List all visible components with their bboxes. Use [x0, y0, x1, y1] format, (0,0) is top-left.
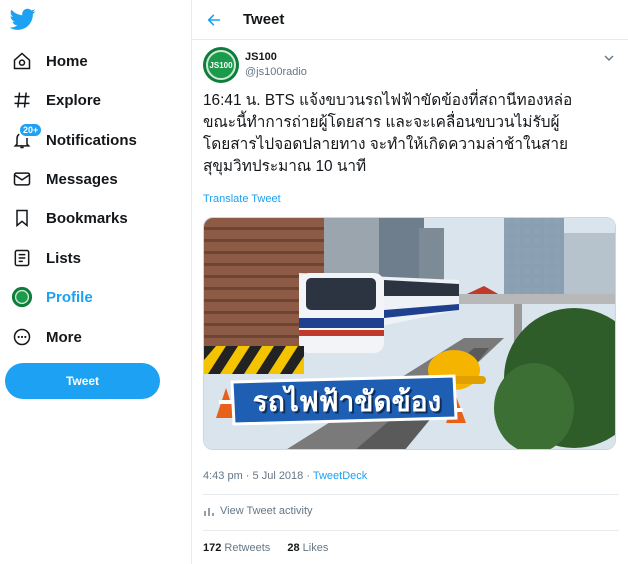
view-tweet-activity[interactable]: View Tweet activity [203, 505, 313, 517]
sidebar-item-label: Lists [46, 249, 82, 267]
sidebar-item-bookmarks[interactable]: Bookmarks [10, 202, 128, 234]
author-name[interactable]: JS100 [245, 51, 277, 63]
author-avatar[interactable]: JS100 [203, 47, 239, 83]
list-icon [10, 246, 34, 270]
twitter-bird-icon[interactable] [9, 6, 36, 32]
tweet-time[interactable]: 4:43 pm · 5 Jul 2018 · [203, 470, 313, 482]
translate-tweet-link[interactable]: Translate Tweet [203, 193, 281, 205]
sidebar-item-label: Explore [46, 91, 102, 109]
sidebar-item-label: Home [46, 52, 88, 70]
sidebar-item-notifications[interactable]: 20+ Notifications [10, 122, 137, 156]
back-arrow-icon[interactable] [206, 11, 224, 29]
hashtag-icon [10, 88, 34, 112]
likes-stat[interactable]: 28 Likes [287, 542, 328, 554]
sidebar-item-label: Notifications [46, 131, 137, 149]
sidebar-item-lists[interactable]: Lists [10, 242, 81, 274]
divider [203, 494, 619, 495]
avatar-logo-text: JS100 [206, 50, 236, 80]
sidebar-item-label: Profile [46, 288, 93, 306]
sidebar-item-label: Bookmarks [46, 209, 128, 227]
tweet-stats: 172 Retweets 28 Likes [203, 542, 328, 554]
profile-avatar [10, 285, 34, 309]
retweets-label: Retweets [224, 542, 271, 554]
more-circle-icon [10, 325, 34, 349]
divider [203, 530, 619, 531]
image-caption: รถไฟฟ้าขัดข้อง [252, 386, 442, 417]
tweet-timestamp: 4:43 pm · 5 Jul 2018 · TweetDeck [203, 470, 367, 482]
page-header: Tweet [192, 0, 628, 40]
main-column: Tweet JS100 JS100 @js100radio 16:41 น. B… [191, 0, 628, 564]
likes-count: 28 [287, 542, 300, 554]
retweets-stat[interactable]: 172 Retweets [203, 542, 270, 554]
home-icon [10, 49, 34, 73]
bell-icon: 20+ [10, 122, 44, 152]
retweets-count: 172 [203, 542, 222, 554]
page-title: Tweet [243, 11, 285, 28]
sidebar-item-more[interactable]: More [10, 321, 82, 353]
author-handle[interactable]: @js100radio [245, 66, 307, 78]
compose-tweet-button[interactable]: Tweet [5, 363, 160, 399]
sidebar-item-explore[interactable]: Explore [10, 84, 101, 116]
tweet-image[interactable]: รถไฟฟ้าขัดข้อง [203, 217, 616, 450]
tweet-author: JS100 JS100 @js100radio [203, 47, 623, 87]
tweet-source-link[interactable]: TweetDeck [313, 470, 367, 482]
activity-label: View Tweet activity [220, 505, 313, 517]
sidebar-item-label: More [46, 328, 82, 346]
sidebar-item-label: Messages [46, 170, 118, 188]
tweet-text: 16:41 น. BTS แจ้งขบวนรถไฟฟ้าขัดข้องที่สถ… [203, 92, 573, 175]
bar-chart-icon [203, 505, 215, 517]
envelope-icon [10, 167, 34, 191]
sidebar: Home Explore 20+ Notifications Messages … [0, 0, 191, 564]
sidebar-item-messages[interactable]: Messages [10, 163, 118, 195]
sidebar-item-profile[interactable]: Profile [10, 281, 93, 313]
bookmark-icon [10, 206, 34, 230]
sidebar-item-home[interactable]: Home [10, 45, 88, 77]
likes-label: Likes [302, 542, 329, 554]
chevron-down-icon[interactable] [603, 51, 615, 63]
notifications-badge: 20+ [18, 122, 44, 138]
